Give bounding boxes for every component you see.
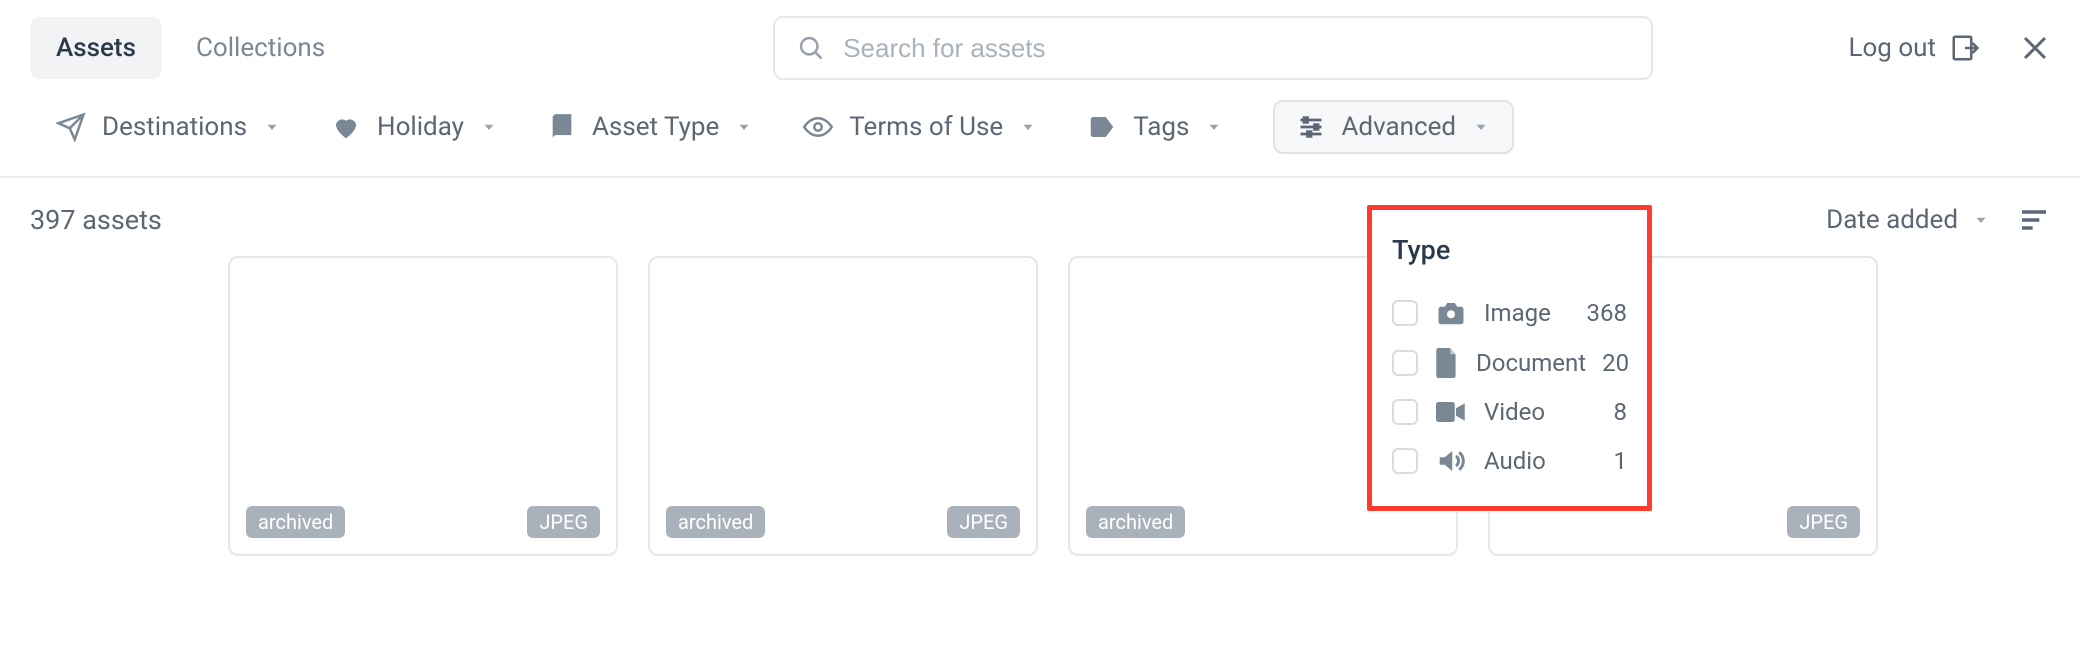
file-icon (1434, 348, 1460, 378)
paper-plane-icon (56, 112, 86, 142)
search-input[interactable] (843, 33, 1629, 64)
speaker-icon (1434, 446, 1468, 476)
chevron-down-icon (735, 118, 753, 136)
book-icon (548, 113, 576, 141)
status-badge: archived (666, 506, 765, 538)
results-bar: 397 assets Date added (0, 178, 2080, 256)
top-right-group: Log out (1848, 33, 2050, 63)
sort-dropdown[interactable]: Date added (1826, 205, 1990, 235)
chevron-down-icon (1472, 118, 1490, 136)
checkbox[interactable] (1392, 350, 1418, 376)
advanced-label: Advanced (1341, 112, 1456, 142)
filter-label: Terms of Use (849, 112, 1003, 142)
checkbox[interactable] (1392, 300, 1418, 326)
camera-icon (1434, 298, 1468, 328)
type-label: Document (1476, 349, 1586, 377)
search-box[interactable] (773, 16, 1653, 80)
tag-icon (1087, 112, 1117, 142)
filter-label: Destinations (102, 112, 247, 142)
type-option-video[interactable]: Video 8 (1392, 388, 1627, 436)
format-badge: JPEG (947, 506, 1020, 538)
type-option-image[interactable]: Image 368 (1392, 288, 1627, 338)
search-icon (797, 34, 825, 62)
status-badge: archived (1086, 506, 1185, 538)
filter-asset-type[interactable]: Asset Type (548, 112, 753, 142)
filter-label: Asset Type (592, 112, 719, 142)
asset-card[interactable]: archived JPEG (228, 256, 618, 556)
heart-icon (331, 112, 361, 142)
results-count: 397 assets (30, 204, 162, 236)
filter-label: Tags (1133, 112, 1189, 142)
asset-grid: archived JPEG archived JPEG archived JPE… (0, 256, 2080, 556)
format-badge: JPEG (527, 506, 600, 538)
format-badge: JPEG (1787, 506, 1860, 538)
checkbox[interactable] (1392, 399, 1418, 425)
type-label: Image (1484, 299, 1551, 327)
sort-label: Date added (1826, 205, 1958, 235)
chevron-down-icon (263, 118, 281, 136)
close-button[interactable] (2020, 33, 2050, 63)
chevron-down-icon (1972, 211, 1990, 229)
filter-advanced[interactable]: Advanced (1273, 100, 1514, 154)
eye-icon (803, 112, 833, 142)
type-label: Audio (1484, 447, 1546, 475)
top-bar: Assets Collections Log out (0, 0, 2080, 90)
nav-tabs: Assets Collections (30, 17, 351, 79)
filter-destinations[interactable]: Destinations (56, 112, 281, 142)
asset-card[interactable]: archived JPEG (648, 256, 1038, 556)
type-filter-popover: Type Image 368 Document 20 Video 8 Audio… (1367, 205, 1652, 511)
chevron-down-icon (1205, 118, 1223, 136)
sort-group: Date added (1826, 204, 2050, 236)
type-count: 8 (1614, 398, 1628, 426)
chevron-down-icon (480, 118, 498, 136)
tab-assets[interactable]: Assets (30, 17, 162, 79)
filter-label: Holiday (377, 112, 464, 142)
chevron-down-icon (1019, 118, 1037, 136)
tab-collections[interactable]: Collections (170, 17, 351, 79)
type-option-audio[interactable]: Audio 1 (1392, 436, 1627, 486)
popover-title: Type (1392, 234, 1627, 266)
filter-terms-of-use[interactable]: Terms of Use (803, 112, 1037, 142)
video-icon (1434, 400, 1468, 424)
sort-order-button[interactable] (2018, 204, 2050, 236)
filter-tags[interactable]: Tags (1087, 112, 1223, 142)
filter-holiday[interactable]: Holiday (331, 112, 498, 142)
checkbox[interactable] (1392, 448, 1418, 474)
type-count: 20 (1602, 349, 1629, 377)
logout-button[interactable]: Log out (1848, 33, 1980, 63)
type-label: Video (1484, 398, 1545, 426)
filter-bar: Destinations Holiday Asset Type Terms of… (0, 90, 2080, 178)
logout-label: Log out (1848, 33, 1936, 63)
sliders-icon (1297, 113, 1325, 141)
status-badge: archived (246, 506, 345, 538)
logout-icon (1950, 33, 1980, 63)
type-option-document[interactable]: Document 20 (1392, 338, 1627, 388)
type-count: 368 (1587, 299, 1627, 327)
type-count: 1 (1614, 447, 1628, 475)
